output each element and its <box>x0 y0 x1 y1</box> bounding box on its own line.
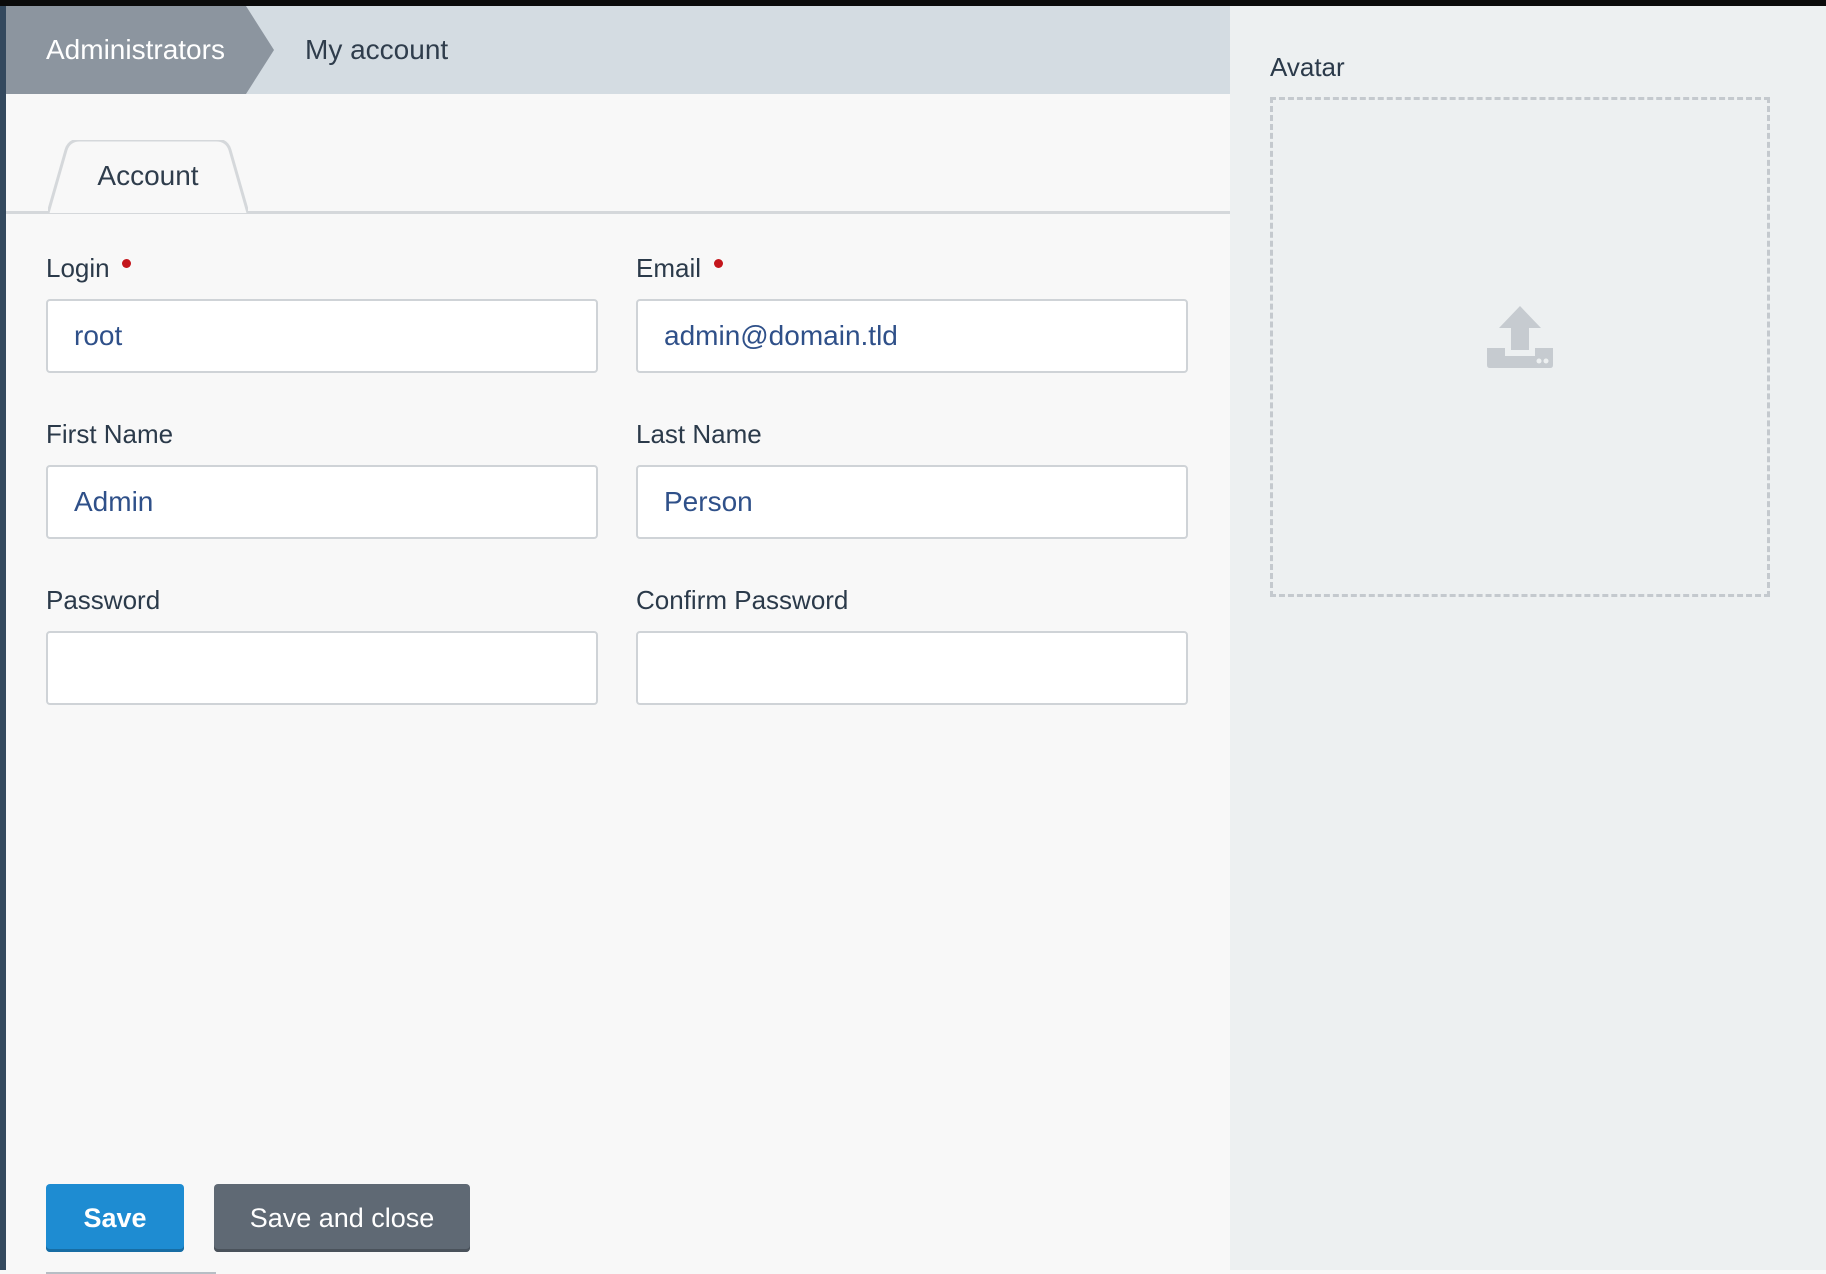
avatar-dropzone[interactable] <box>1270 97 1770 597</box>
confirm-password-field[interactable] <box>636 631 1188 705</box>
login-label: Login <box>46 253 110 283</box>
first-name-field[interactable] <box>46 465 598 539</box>
breadcrumb: Administrators My account <box>6 6 1230 94</box>
email-required-indicator <box>714 259 723 268</box>
tab-account[interactable]: Account <box>48 140 248 214</box>
avatar-panel: Avatar <box>1230 6 1826 1270</box>
email-field[interactable] <box>636 299 1188 373</box>
breadcrumb-administrators-label: Administrators <box>46 34 225 65</box>
password-field[interactable] <box>46 631 598 705</box>
tab-bar: Account <box>6 94 1230 214</box>
login-required-indicator <box>122 259 131 268</box>
breadcrumb-administrators[interactable]: Administrators <box>6 6 274 94</box>
breadcrumb-current: My account <box>305 34 449 65</box>
avatar-label: Avatar <box>1270 52 1345 82</box>
last-name-field[interactable] <box>636 465 1188 539</box>
password-label: Password <box>46 585 161 615</box>
main-panel: Administrators My account Account Login … <box>6 6 1230 1274</box>
tab-account-label: Account <box>97 160 199 191</box>
save-button[interactable]: Save <box>46 1184 184 1252</box>
email-label: Email <box>636 253 702 283</box>
login-field[interactable] <box>46 299 598 373</box>
first-name-label: First Name <box>46 419 174 449</box>
save-and-close-button[interactable]: Save and close <box>214 1184 470 1252</box>
confirm-password-label: Confirm Password <box>636 585 849 615</box>
last-name-label: Last Name <box>636 419 762 449</box>
upload-icon <box>1487 306 1553 368</box>
